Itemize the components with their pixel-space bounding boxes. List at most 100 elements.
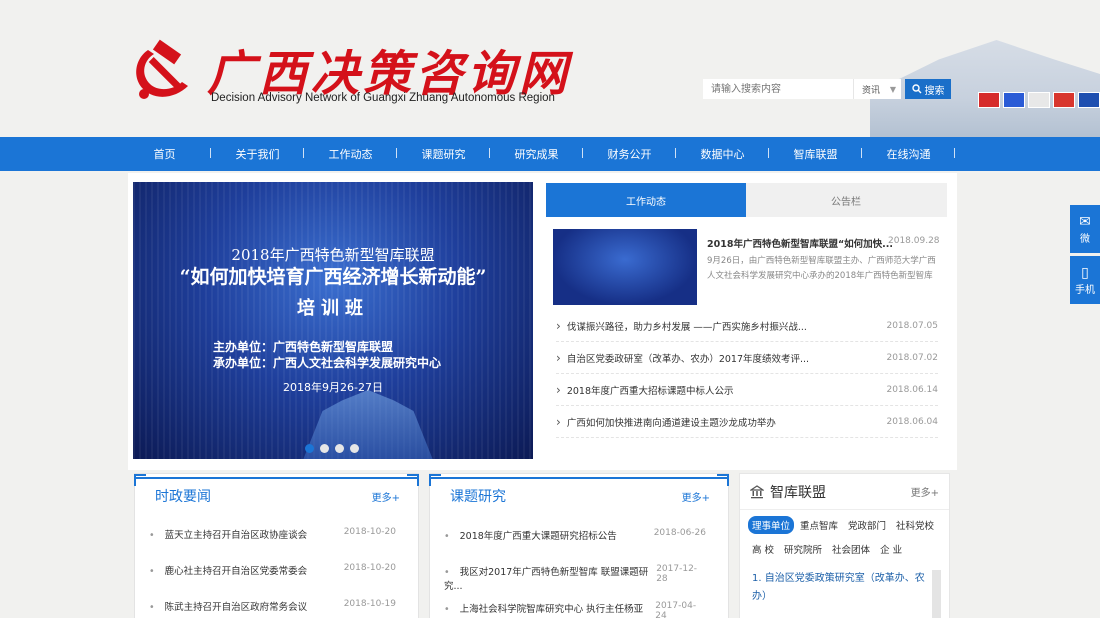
feature-news-date: 2018.09.28 [888,236,940,246]
banner-line-4: 主办单位：广西特色新型智库联盟 [213,340,394,354]
card-title: 智库联盟 [770,484,826,501]
alliance-header: 智库联盟 更多+ [740,474,949,510]
news-date: 2018.06.04 [886,416,938,427]
nav-item-home[interactable]: 首页 [118,146,211,162]
list-item[interactable]: 上海社会科学院智库研究中心 执行主任杨亚琴... 2017-04-24 [444,601,706,618]
news-title[interactable]: 伐谋振兴路径，助力乡村发展 ——广西实施乡村振兴战... [556,319,807,333]
banner-line-6: 2018年9月26-27日 [283,381,383,394]
flag-icon [1003,92,1025,108]
news-tabs: 工作动态 公告栏 [546,183,947,217]
alliance-card: 智库联盟 更多+ 理事单位 重点智库 党政部门 社科党校 高 校 研究院所 社会… [739,473,950,618]
wechat-icon: ✉ [1079,213,1091,230]
carousel-dot[interactable] [305,444,314,453]
feature-news-title[interactable]: 2018年广西特色新型智库联盟“如何加快... [707,236,893,250]
search-button-label: 搜索 [924,85,945,97]
list-item[interactable]: 鹿心社主持召开自治区党委常委会 2018-10-20 [149,563,396,577]
caret-down-icon: ▼ [889,84,896,94]
news-date: 2018.07.05 [886,320,938,331]
list-item[interactable]: 蓝天立主持召开自治区政协座谈会 2018-10-20 [149,527,396,541]
list-item-date: 2018-10-19 [343,599,396,609]
list-item-date: 2017-12-28 [656,564,698,584]
card-top-rule [135,477,418,479]
header-flags [975,92,1100,108]
news-title[interactable]: 2018年度广西重大招标课题中标人公示 [556,383,734,397]
more-link[interactable]: 更多+ [682,489,710,504]
nav-item-about[interactable]: 关于我们 [211,146,304,162]
list-item-title[interactable]: 鹿心社主持召开自治区党委常委会 [149,563,308,577]
carousel-dots [305,444,359,453]
list-item[interactable]: 2018年度广西重大课题研究招标公告 2018-06-26 [444,528,706,542]
tab-key-thinktanks[interactable]: 重点智库 [796,516,842,534]
list-item[interactable]: 2018年度广西重大招标课题中标人公示 2018.06.14 [556,374,938,406]
banner-carousel[interactable]: 2018年广西特色新型智库联盟 “如何加快培育广西经济增长新动能” 培训班 主办… [133,182,533,459]
search-button[interactable]: 搜索 [905,79,951,99]
more-link[interactable]: 更多+ [911,484,939,499]
news-date: 2018.06.14 [886,384,938,395]
tab-enterprises[interactable]: 企 业 [876,540,906,558]
list-item-date: 2017-04-24 [655,601,697,618]
mobile-float-button[interactable]: ▯ 手机 [1070,256,1100,304]
carousel-dot[interactable] [320,444,329,453]
flag-icon [1028,92,1050,108]
carousel-dot[interactable] [335,444,344,453]
list-item[interactable]: 自治区党委政研室（改革办、农办）2017年度绩效考评... 2018.07.02 [556,342,938,374]
list-item[interactable]: 伐谋振兴路径，助力乡村发展 ——广西实施乡村振兴战... 2018.07.05 [556,310,938,342]
news-date: 2018.07.02 [886,352,938,363]
wechat-label: 微 [1080,233,1090,245]
list-item[interactable]: 陈武主持召开自治区政府常务会议 2018-10-19 [149,599,396,613]
nav-item-finance[interactable]: 财务公开 [583,146,676,162]
nav-item-data-center[interactable]: 数据中心 [676,146,769,162]
banner-line-2: “如何加快培育广西经济增长新动能” [179,266,487,288]
nav-item-results[interactable]: 研究成果 [490,146,583,162]
nav-item-research[interactable]: 课题研究 [397,146,490,162]
tab-institutes[interactable]: 研究院所 [780,540,826,558]
tab-announcements[interactable]: 公告栏 [746,183,946,217]
card-top-rule [430,477,728,479]
card-title: 时政要闻 [155,489,211,505]
nav-item-alliance[interactable]: 智库联盟 [769,146,862,162]
list-item-title[interactable]: 2018年度广西重大课题研究招标公告 [444,528,617,542]
search-input[interactable] [703,79,853,99]
feature-news-thumbnail[interactable] [553,229,697,305]
card-title: 课题研究 [450,489,506,505]
corner-ornament-icon [429,474,441,486]
search-category-select[interactable]: 资讯 ▼ [853,79,901,99]
corner-ornament-icon [717,474,729,486]
tab-work-news[interactable]: 工作动态 [546,183,746,217]
list-item-title[interactable]: 蓝天立主持召开自治区政协座谈会 [149,527,308,541]
politics-news-card: 时政要闻 更多+ 蓝天立主持召开自治区政协座谈会 2018-10-20 鹿心社主… [134,473,419,618]
news-title[interactable]: 自治区党委政研室（改革办、农办）2017年度绩效考评... [556,351,809,365]
search-icon [911,84,921,94]
site-logo-subtitle: Decision Advisory Network of Guangxi Zhu… [211,92,555,104]
scrollbar[interactable] [932,570,941,618]
list-item-title[interactable]: 陈武主持召开自治区政府常务会议 [149,599,308,613]
list-item-date: 2018-10-20 [343,527,396,537]
list-item-title[interactable]: 上海社会科学院智库研究中心 执行主任杨亚琴... [444,601,655,618]
tab-social-science[interactable]: 社科党校 [892,516,938,534]
flag-icon [1053,92,1075,108]
flag-icon [978,92,1000,108]
nav-item-work-news[interactable]: 工作动态 [304,146,397,162]
corner-ornament-icon [407,474,419,486]
flag-icon [1078,92,1100,108]
tab-party-gov[interactable]: 党政部门 [844,516,890,534]
banner-line-5: 承办单位：广西人文社会科学发展研究中心 [213,356,442,370]
tab-universities[interactable]: 高 校 [748,540,778,558]
main-nav: 首页 关于我们 工作动态 课题研究 研究成果 财务公开 数据中心 智库联盟 在线… [0,137,1100,171]
list-item-date: 2018-10-20 [343,563,396,573]
alliance-list-item[interactable]: 1. 自治区党委政策研究室（改革办、农办） [752,570,932,606]
list-item[interactable]: 广西如何加快推进南向通道建设主题沙龙成功举办 2018.06.04 [556,406,938,438]
tab-council-members[interactable]: 理事单位 [748,516,795,534]
more-link[interactable]: 更多+ [372,489,400,504]
carousel-dot[interactable] [350,444,359,453]
news-title[interactable]: 广西如何加快推进南向通道建设主题沙龙成功举办 [556,415,776,429]
list-item[interactable]: 我区对2017年广西特色新型智库 联盟课题研究... 2017-12-28 [444,564,706,592]
feature-news-summary: 9月26日，由广西特色新型智库联盟主办、广西师范大学广西人文社会科学发展研究中心… [707,256,936,281]
list-item-title[interactable]: 我区对2017年广西特色新型智库 联盟课题研究... [444,564,656,592]
wechat-float-button[interactable]: ✉ 微 [1070,205,1100,253]
mobile-label: 手机 [1075,284,1095,296]
tab-social-orgs[interactable]: 社会团体 [828,540,874,558]
search-bar: 资讯 ▼ 搜索 [703,79,951,99]
nav-item-contact[interactable]: 在线沟通 [862,146,955,162]
hammer-sickle-icon [136,39,188,99]
